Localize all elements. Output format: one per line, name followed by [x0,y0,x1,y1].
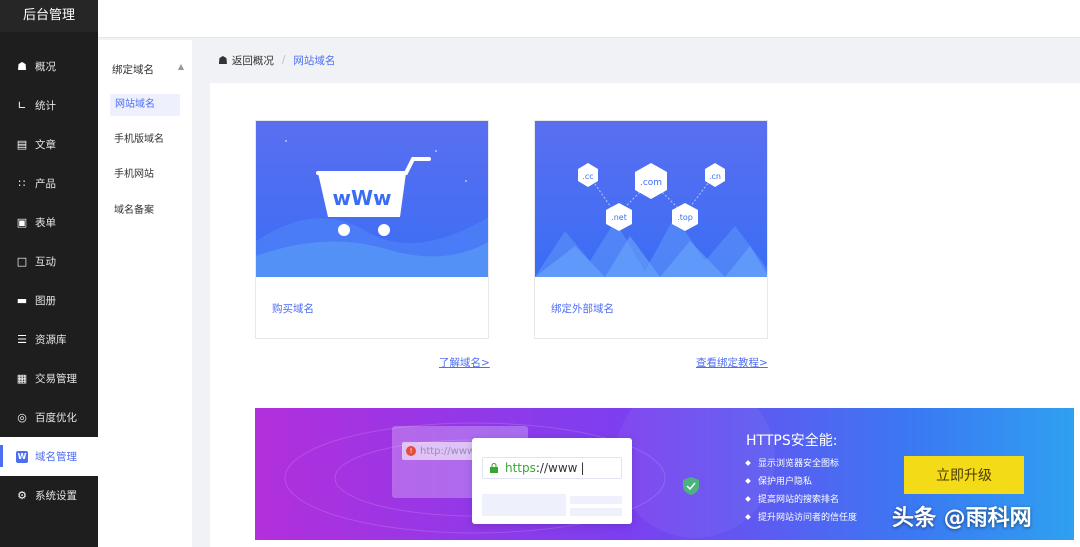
sidebar-item-trade[interactable]: ▦ 交易管理 [0,359,98,398]
sidebar-item-products[interactable]: ∷ 产品 [0,164,98,203]
warning-icon: ! [406,446,416,456]
gear-icon: ⚙ [17,489,27,502]
upgrade-button[interactable]: 立即升级 [904,456,1024,494]
home-icon: ☗ [218,53,228,67]
sidebar-item-label: 文章 [35,139,56,151]
tld-cc: .cc [582,172,593,181]
secure-url-rest: ://www [535,461,578,475]
chart-icon: ∟ [17,99,27,112]
feature-item: 提高网站的搜索排名 [745,492,840,505]
https-title: HTTPS安全能: [746,433,838,449]
domain-network-illustration: .cc .com .cn .net .top [535,121,767,277]
https-scheme: https [505,461,536,475]
breadcrumb: ☗ 返回概况 / 网站域名 [210,40,1080,80]
sidebar-item-label: 百度优化 [35,412,77,424]
chevron-up-icon: ▲ [177,62,184,71]
subnav-item-mobile-domain[interactable]: 手机版域名 [114,129,164,151]
sidebar: 后台管理 ☗ 概况 ∟ 统计 ▤ 文章 ∷ 产品 ▣ 表单 □ 互动 ▬ 图册 ☰ 资源库 ▦ 交… [0,0,98,547]
feature-item: 提升网站访问者的信任度 [745,510,858,523]
buy-domain-label: 购买域名 [272,303,314,315]
sidebar-item-articles[interactable]: ▤ 文章 [0,125,98,164]
sidebar-item-label: 产品 [35,178,56,190]
gallery-icon: ▬ [16,294,28,307]
sidebar-item-gallery[interactable]: ▬ 图册 [0,281,98,320]
sidebar-item-forms[interactable]: ▣ 表单 [0,203,98,242]
form-icon: ▣ [16,216,28,229]
sidebar-item-label: 互动 [35,256,56,268]
breadcrumb-current: 网站域名 [293,54,336,67]
bind-domain-label: 绑定外部域名 [551,303,614,315]
bullet-icon [745,459,751,466]
www-text: wWw [332,186,391,210]
bullet-icon [745,495,751,502]
app-title: 后台管理 [0,0,98,32]
sidebar-item-settings[interactable]: ⚙ 系统设置 [0,476,98,515]
shopping-cart-illustration: wWw [256,121,488,277]
sidebar-item-resources[interactable]: ☰ 资源库 [0,320,98,359]
bullet-icon [745,513,751,520]
product-icon: ∷ [18,177,26,190]
watermark: 头条 @雨科网 [892,506,1032,531]
subnav-heading: 绑定域名 [112,64,154,76]
old-url-text: http://www [420,445,476,457]
tld-top: .top [677,213,693,222]
bullet-icon [745,477,751,484]
feature-item: 显示浏览器安全图标 [745,456,840,469]
secure-browser-illustration: https://www | [472,438,632,524]
sidebar-item-interaction[interactable]: □ 互动 [0,242,98,281]
sidebar-item-label: 资源库 [35,334,67,346]
sidebar-item-domains[interactable]: W 域名管理 [0,437,98,476]
breadcrumb-back-link[interactable]: 返回概况 [232,53,274,68]
buy-domain-card[interactable]: wWw 购买域名 [255,120,489,339]
feature-text: 提升网站访问者的信任度 [758,513,858,523]
sidebar-item-label: 图册 [35,295,56,307]
article-icon: ▤ [16,138,28,151]
feature-item: 保护用户隐私 [745,474,813,487]
sidebar-item-label: 统计 [35,100,56,112]
domain-icon: W [16,450,28,463]
tld-com: .com [640,178,662,188]
sidebar-item-label: 表单 [35,217,56,229]
tld-net: .net [611,213,627,222]
bind-domain-card[interactable]: .cc .com .cn .net .top 绑定外部域名 [534,120,768,339]
tld-cn: .cn [709,172,721,181]
subnav-item-mobile-site[interactable]: 手机网站 [114,164,154,186]
secure-url-bar: https://www | [482,457,622,479]
sub-navigation: 绑定域名 ▲ 网站域名 手机版域名 手机网站 域名备案 [98,40,192,547]
sidebar-item-label: 概况 [35,61,56,73]
subnav-item-icp-filing[interactable]: 域名备案 [114,200,154,222]
feature-text: 显示浏览器安全图标 [758,459,840,469]
database-icon: ☰ [17,333,27,346]
bind-tutorial-link[interactable]: 查看绑定教程> [696,355,768,370]
sidebar-item-label: 系统设置 [35,490,77,502]
comment-icon: □ [16,255,28,268]
sidebar-item-seo[interactable]: ◎ 百度优化 [0,398,98,437]
feature-text: 提高网站的搜索排名 [758,495,840,505]
lock-icon [490,463,498,473]
main-content: wWw 购买域名 了解域名> .cc .com .cn .net .top 绑定… [210,83,1080,547]
subnav-item-site-domain[interactable]: 网站域名 [110,94,180,116]
trade-icon: ▦ [16,372,28,385]
placeholder-line [570,508,622,516]
breadcrumb-separator: / [281,54,286,66]
top-bar [98,0,1080,38]
sidebar-item-label: 交易管理 [35,373,77,385]
seo-icon: ◎ [17,411,27,424]
feature-text: 保护用户隐私 [758,477,813,487]
sidebar-item-label: 域名管理 [35,451,77,463]
sidebar-item-overview[interactable]: ☗ 概况 [0,47,98,86]
subnav-group-header[interactable]: 绑定域名 ▲ [112,62,184,77]
learn-domain-link[interactable]: 了解域名> [439,355,490,370]
placeholder-block [482,494,566,516]
placeholder-line [570,496,622,504]
home-icon: ☗ [17,60,27,73]
active-indicator [0,445,3,467]
sidebar-item-stats[interactable]: ∟ 统计 [0,86,98,125]
